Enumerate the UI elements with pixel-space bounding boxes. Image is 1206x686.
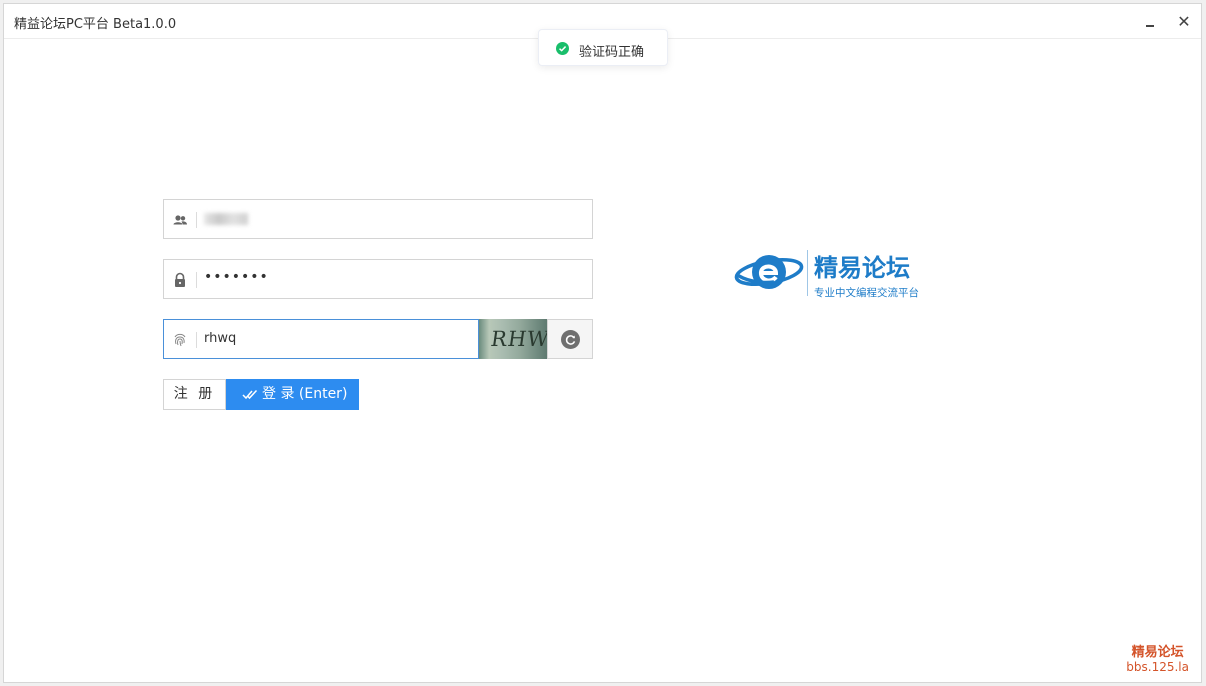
captcha-image-text: RHWQ (489, 327, 547, 351)
captcha-input[interactable]: rhwq (163, 319, 479, 359)
register-button[interactable]: 注 册 (163, 379, 226, 410)
minimize-button[interactable] (1139, 11, 1161, 33)
close-button[interactable]: ✕ (1173, 11, 1195, 33)
password-field[interactable]: ••••••• (163, 259, 593, 299)
window-title: 精益论坛PC平台 Beta1.0.0 (14, 17, 177, 32)
captcha-value: rhwq (204, 331, 237, 346)
login-button[interactable]: 登 录 (Enter) (226, 379, 359, 410)
field-separator (196, 272, 197, 288)
close-icon: ✕ (1177, 12, 1191, 31)
username-field[interactable] (163, 199, 593, 239)
field-separator (196, 332, 197, 348)
double-check-icon (242, 389, 258, 400)
captcha-image[interactable]: RHWQ (479, 319, 547, 359)
password-value: ••••••• (204, 269, 269, 285)
toast-message: 验证码正确 (579, 45, 645, 60)
watermark: 精易论坛 bbs.125.la (1126, 645, 1189, 675)
brand-logo: 精易论坛 专业中文编程交流平台 (734, 238, 934, 302)
planet-e-logo-icon (734, 255, 804, 289)
field-separator (196, 212, 197, 228)
lock-icon (175, 272, 185, 287)
user-group-icon (173, 215, 187, 225)
login-button-label: 登 录 (Enter) (262, 386, 348, 402)
logo-name: 精易论坛 (814, 254, 910, 282)
success-check-icon (556, 42, 569, 55)
refresh-captcha-button[interactable] (547, 319, 593, 359)
logo-divider (807, 250, 808, 296)
blurred-username (204, 213, 248, 225)
refresh-icon (561, 330, 580, 349)
app-window: 精益论坛PC平台 Beta1.0.0 ✕ 验证码正确 ••••••• rhwq … (3, 3, 1202, 683)
watermark-name: 精易论坛 (1131, 645, 1184, 660)
success-toast: 验证码正确 (538, 29, 668, 66)
fingerprint-icon (174, 333, 186, 347)
minimize-icon (1146, 25, 1154, 27)
watermark-url: bbs.125.la (1126, 660, 1189, 674)
logo-slogan: 专业中文编程交流平台 (814, 287, 919, 299)
